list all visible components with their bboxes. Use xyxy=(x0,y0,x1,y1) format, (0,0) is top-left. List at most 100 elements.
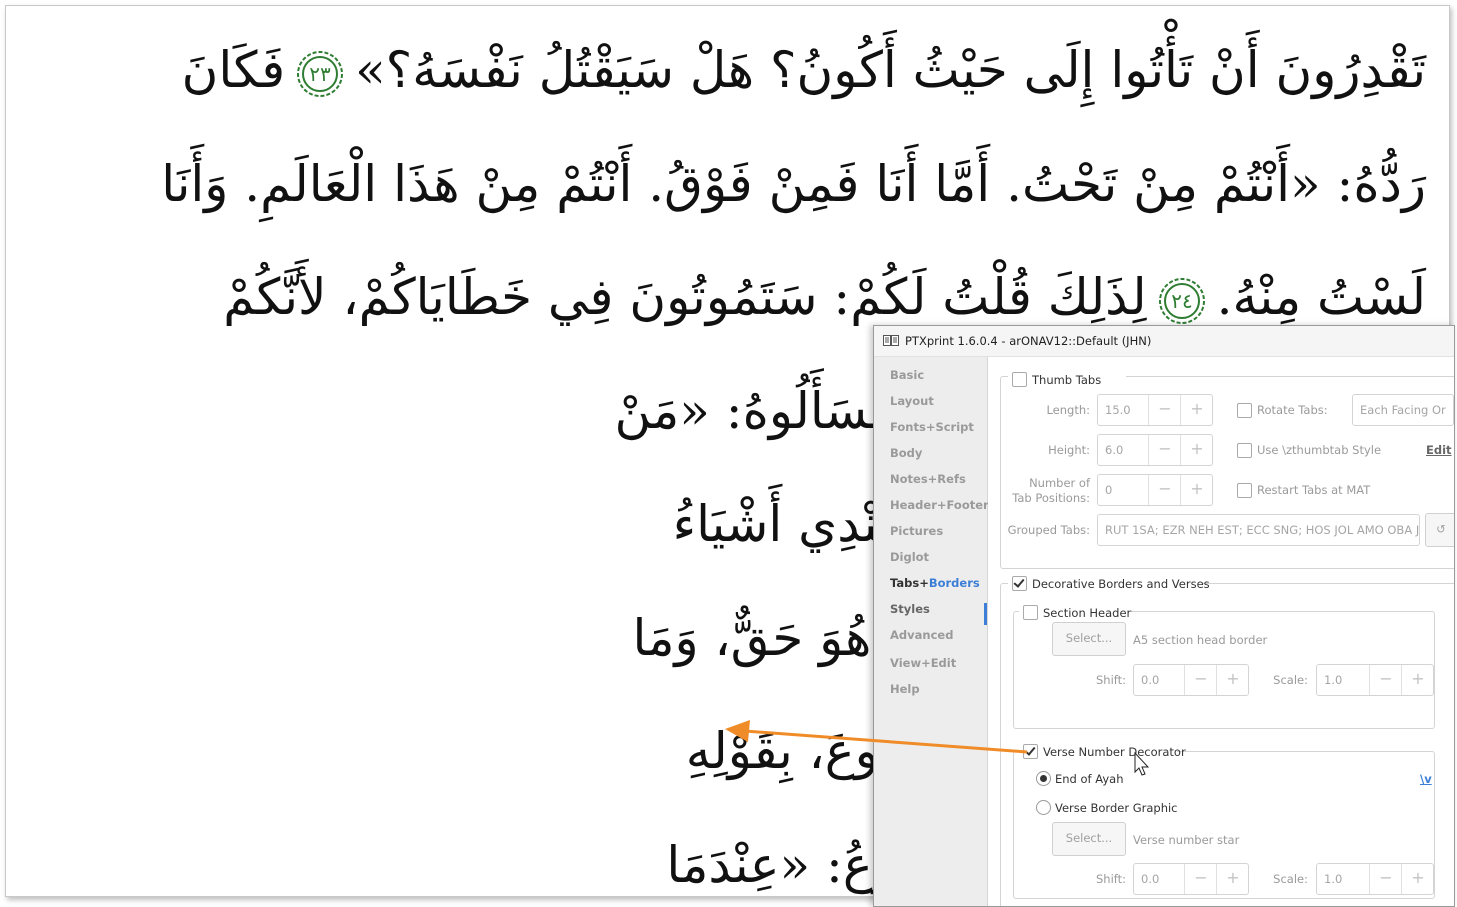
minus-icon[interactable]: − xyxy=(1184,665,1217,695)
verse-shift-value: 0.0 xyxy=(1141,872,1160,886)
sidebar-item-layout[interactable]: Layout xyxy=(890,394,934,408)
section-scale-value: 1.0 xyxy=(1324,673,1343,687)
section-scale-label: Scale: xyxy=(1273,673,1308,687)
section-border-name: A5 section head border xyxy=(1133,633,1268,647)
scripture-line: رَدُّهُ: «أَنْتُمْ مِنْ تَحْتُ. أَمَّا أ… xyxy=(46,128,1426,242)
scripture-text-before: لَسْتُ مِنْهُ. xyxy=(1216,268,1426,326)
sidebar-item-header-footer[interactable]: Header+Footer xyxy=(890,498,989,512)
section-select-button[interactable]: Select... xyxy=(1052,622,1126,656)
thumb-tabs-checkbox[interactable] xyxy=(1012,372,1027,387)
book-icon xyxy=(883,335,899,346)
verse-number: ٢٣ xyxy=(309,62,331,86)
sidebar-item-fonts-script[interactable]: Fonts+Script xyxy=(890,420,974,434)
height-label: Height: xyxy=(1048,443,1090,457)
section-header-header: Section Header xyxy=(1019,602,1131,622)
section-shift-value: 0.0 xyxy=(1141,673,1160,687)
title-bar: PTXprint 1.6.0.4 - arONAV12::Default (JH… xyxy=(874,326,1454,357)
verse-decorator-label: Verse Number Decorator xyxy=(1043,745,1186,759)
tab-positions-spin[interactable]: 0 − + xyxy=(1097,474,1213,506)
plus-icon[interactable]: + xyxy=(1180,475,1213,505)
length-spin[interactable]: 15.0 − + xyxy=(1097,394,1213,426)
grouped-tabs-value: RUT 1SA; EZR NEH EST; ECC SNG; HOS JOL A… xyxy=(1105,523,1420,537)
tabs-borders-panel: Thumb Tabs Length: 15.0 − + Height: 6.0 … xyxy=(988,357,1454,906)
minus-icon[interactable]: − xyxy=(1148,475,1181,505)
thumb-tabs-label: Thumb Tabs xyxy=(1032,373,1102,387)
sidebar-item-tabs-borders[interactable]: Tabs+Borders xyxy=(890,576,980,590)
grouped-tabs-input[interactable]: RUT 1SA; EZR NEH EST; ECC SNG; HOS JOL A… xyxy=(1097,514,1420,546)
sidebar-item-notes-refs[interactable]: Notes+Refs xyxy=(890,472,966,486)
verse-number-ornament: ٢٤ xyxy=(1157,276,1207,326)
decorative-borders-header: Decorative Borders and Verses xyxy=(1008,573,1210,593)
ayah-end-icon: ٢٤ xyxy=(1158,278,1205,324)
verse-select-button[interactable]: Select... xyxy=(1052,822,1126,856)
section-scale-spin[interactable]: 1.0 − + xyxy=(1316,664,1434,696)
section-shift-spin[interactable]: 0.0 − + xyxy=(1133,664,1249,696)
section-header-label: Section Header xyxy=(1043,606,1132,620)
rotate-tabs-value: Each Facing Or xyxy=(1360,403,1446,417)
verse-shift-spin[interactable]: 0.0 − + xyxy=(1133,863,1249,895)
restart-tabs-label: Restart Tabs at MAT xyxy=(1257,483,1371,497)
plus-icon[interactable]: + xyxy=(1180,435,1213,465)
reset-grouped-button[interactable]: ↺ xyxy=(1425,513,1454,547)
plus-icon[interactable]: + xyxy=(1401,665,1434,695)
plus-icon[interactable]: + xyxy=(1180,395,1213,425)
sidebar-item-view-edit[interactable]: View+Edit xyxy=(890,656,956,670)
refresh-icon: ↺ xyxy=(1436,522,1446,536)
minus-icon[interactable]: − xyxy=(1148,395,1181,425)
tab-positions-label-2: Tab Positions: xyxy=(1012,491,1090,505)
decorative-borders-label: Decorative Borders and Verses xyxy=(1032,577,1210,591)
length-label: Length: xyxy=(1046,403,1090,417)
sidebar-item-basic[interactable]: Basic xyxy=(890,368,924,382)
tab-positions-label-1: Number of xyxy=(1029,476,1090,490)
sidebar: Basic Layout Fonts+Script Body Notes+Ref… xyxy=(874,357,989,906)
verse-decorator-checkbox[interactable] xyxy=(1023,744,1038,759)
rotate-tabs-select[interactable]: Each Facing Or xyxy=(1352,394,1454,426)
zthumbtab-checkbox[interactable] xyxy=(1237,443,1252,458)
section-header-checkbox[interactable] xyxy=(1023,605,1038,620)
window-title: PTXprint 1.6.0.4 - arONAV12::Default (JH… xyxy=(905,334,1152,348)
plus-icon[interactable]: + xyxy=(1401,864,1434,894)
minus-icon[interactable]: − xyxy=(1184,864,1217,894)
height-spin[interactable]: 6.0 − + xyxy=(1097,434,1213,466)
scripture-line: تَقْدِرُونَ أَنْ تَأْتُوا إِلَى حَيْثُ أ… xyxy=(46,14,1426,128)
sidebar-item-pictures[interactable]: Pictures xyxy=(890,524,943,538)
sidebar-item-styles[interactable]: Styles xyxy=(890,602,930,616)
sidebar-item-diglot[interactable]: Diglot xyxy=(890,550,929,564)
sidebar-item-help[interactable]: Help xyxy=(890,682,920,696)
plus-icon[interactable]: + xyxy=(1216,864,1249,894)
restart-tabs-checkbox[interactable] xyxy=(1237,483,1252,498)
verse-border-radio[interactable] xyxy=(1036,800,1051,815)
end-of-ayah-label: End of Ayah xyxy=(1055,772,1124,786)
sidebar-item-body[interactable]: Body xyxy=(890,446,922,460)
v-marker-link[interactable]: \v xyxy=(1420,772,1432,786)
sidebar-active-prefix: Tabs+ xyxy=(890,576,929,590)
minus-icon[interactable]: − xyxy=(1369,665,1402,695)
section-shift-label: Shift: xyxy=(1095,673,1126,687)
thumb-tabs-header: Thumb Tabs xyxy=(1008,369,1126,389)
verse-number: ٢٤ xyxy=(1171,289,1192,313)
grouped-tabs-label: Grouped Tabs: xyxy=(1007,523,1090,537)
decorative-borders-checkbox[interactable] xyxy=(1012,576,1027,591)
minus-icon[interactable]: − xyxy=(1148,435,1181,465)
zthumbtab-label: Use \zthumbtab Style xyxy=(1257,443,1382,457)
scripture-text-before: رَدُّهُ: «أَنْتُمْ مِنْ تَحْتُ. أَمَّا أ… xyxy=(161,154,1426,213)
minus-icon[interactable]: − xyxy=(1369,864,1402,894)
height-value: 6.0 xyxy=(1105,443,1124,457)
plus-icon[interactable]: + xyxy=(1216,665,1249,695)
length-value: 15.0 xyxy=(1105,403,1131,417)
ptxprint-window: PTXprint 1.6.0.4 - arONAV12::Default (JH… xyxy=(873,325,1455,907)
edit-link[interactable]: Edit xyxy=(1426,443,1452,457)
ayah-end-icon: ٢٣ xyxy=(297,51,344,97)
verse-shift-label: Shift: xyxy=(1095,872,1126,886)
sidebar-active-suffix: Borders xyxy=(928,576,980,590)
verse-scale-label: Scale: xyxy=(1273,872,1308,886)
verse-scale-value: 1.0 xyxy=(1324,872,1343,886)
rotate-tabs-checkbox[interactable] xyxy=(1237,403,1252,418)
verse-decorator-header: Verse Number Decorator xyxy=(1019,741,1186,761)
verse-star-name: Verse number star xyxy=(1133,833,1240,847)
scripture-text-before: تَقْدِرُونَ أَنْ تَأْتُوا إِلَى حَيْثُ أ… xyxy=(355,41,1426,99)
rotate-tabs-label: Rotate Tabs: xyxy=(1257,403,1328,417)
verse-scale-spin[interactable]: 1.0 − + xyxy=(1316,863,1434,895)
sidebar-item-advanced[interactable]: Advanced xyxy=(890,628,953,642)
end-of-ayah-radio[interactable] xyxy=(1036,771,1051,786)
